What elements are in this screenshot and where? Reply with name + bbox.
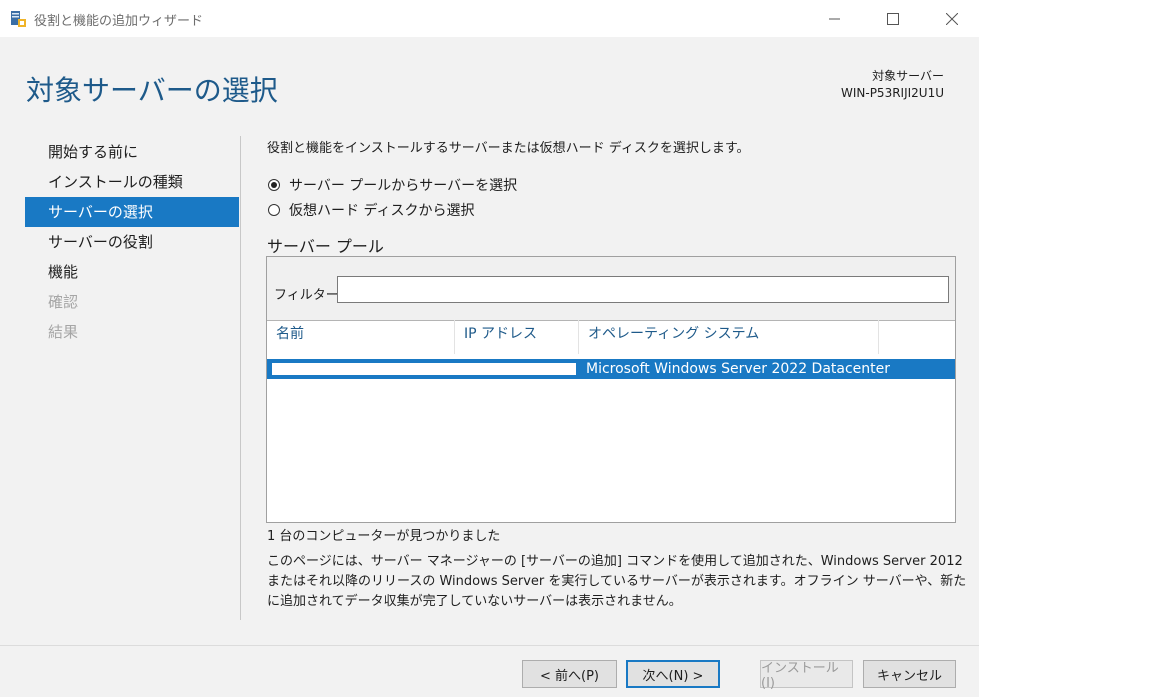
nav-item-features[interactable]: 機能 [25,257,239,287]
nav-item-before-you-begin[interactable]: 開始する前に [25,137,239,167]
server-pool-panel: フィルター: 名前 IP アドレス オペレーティング システム Microsof… [266,256,956,523]
minimize-icon [829,18,840,20]
server-pool-title: サーバー プール [267,237,384,256]
option-virtual-disk[interactable]: 仮想ハード ディスクから選択 [268,200,474,220]
nav-item-results: 結果 [48,323,79,341]
page-title: 対象サーバーの選択 [26,74,278,107]
nav-divider [240,136,241,620]
next-button[interactable]: 次へ(N) > [626,660,720,688]
title-bar: 役割と機能の追加ウィザード [0,0,979,37]
info-note: このページには、サーバー マネージャーの [サーバーの追加] コマンドを使用して… [267,554,967,609]
found-count-text: 1 台のコンピューターが見つかりました [267,529,501,544]
nav-item-server-selection[interactable]: サーバーの選択 [25,197,239,227]
install-button: インストール(I) [760,660,853,691]
column-header-ip[interactable]: IP アドレス [455,320,579,354]
previous-button[interactable]: < 前へ(P) [522,660,617,688]
server-manager-icon [11,11,26,27]
maximize-button[interactable] [870,6,916,32]
table-row[interactable]: Microsoft Windows Server 2022 Datacenter [267,359,955,379]
maximize-icon [887,13,899,25]
window-title: 役割と機能の追加ウィザード [34,14,204,29]
wizard-footer: < 前へ(P) 次へ(N) > インストール(I) キャンセル [0,645,979,697]
cancel-button[interactable]: キャンセル [863,660,956,688]
instruction-text: 役割と機能をインストールするサーバーまたは仮想ハード ディスクを選択します。 [267,141,750,156]
nav-item-server-roles[interactable]: サーバーの役割 [25,227,239,257]
radio-server-pool[interactable] [268,179,280,191]
option-server-pool[interactable]: サーバー プールからサーバーを選択 [268,175,517,195]
filter-input[interactable] [337,276,949,303]
minimize-button[interactable] [812,6,858,32]
wizard-nav: 開始する前に インストールの種類 サーバーの選択 サーバーの役割 機能 確認 結… [25,137,239,347]
column-header-name[interactable]: 名前 [267,320,455,354]
column-header-os[interactable]: オペレーティング システム [579,320,879,354]
close-icon [946,13,958,25]
wizard-window: 役割と機能の追加ウィザード 対象サーバーの選択 対象サーバー WIN-P53RI… [0,0,979,697]
option-server-pool-label: サーバー プールからサーバーを選択 [289,178,518,194]
wizard-content: 対象サーバーの選択 対象サーバー WIN-P53RIJI2U1U 開始する前に … [0,37,979,645]
close-button[interactable] [929,6,975,32]
filter-area: フィルター: [267,257,955,321]
filter-label: フィルター: [274,288,344,303]
destination-server-label: 対象サーバー [872,69,944,83]
destination-server-name: WIN-P53RIJI2U1U [840,86,944,100]
server-os-cell: Microsoft Windows Server 2022 Datacenter [586,361,891,377]
option-virtual-disk-label: 仮想ハード ディスクから選択 [289,203,475,219]
radio-virtual-disk[interactable] [268,204,280,216]
server-name-cell [272,363,576,375]
nav-item-installation-type[interactable]: インストールの種類 [25,167,239,197]
nav-item-confirmation: 確認 [48,293,79,311]
